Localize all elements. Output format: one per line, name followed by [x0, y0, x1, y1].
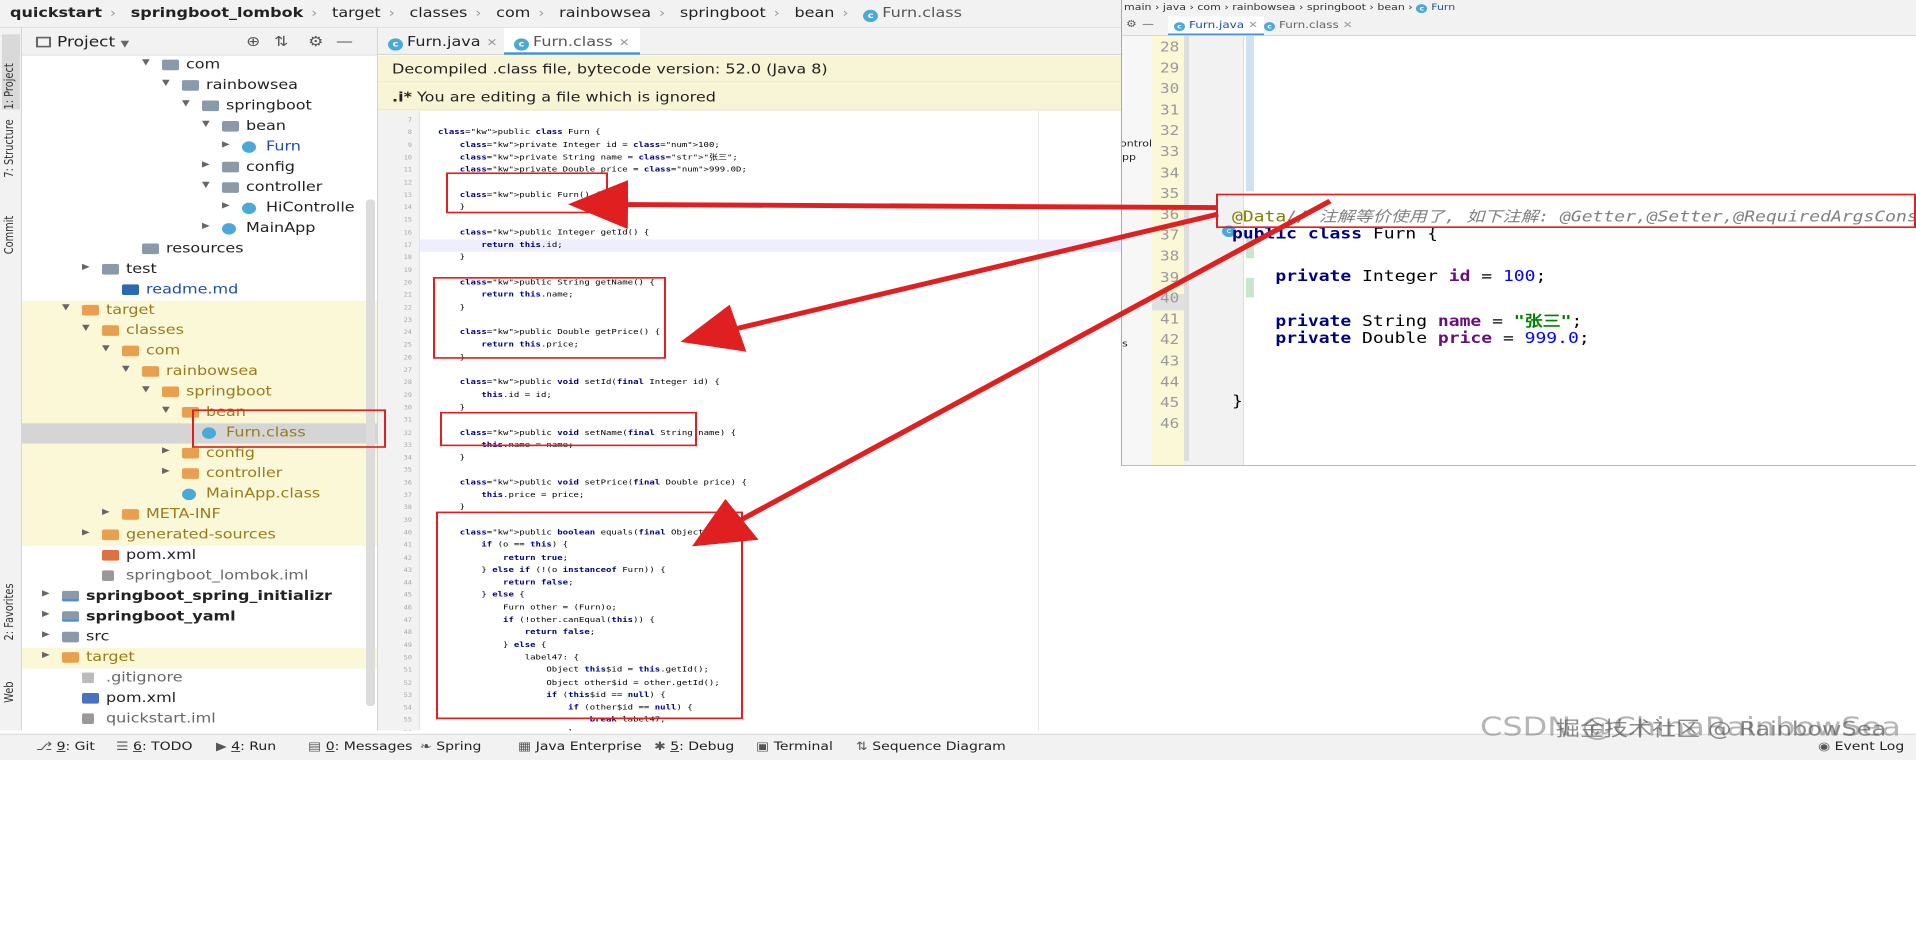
status-item-icon: ☰: [116, 740, 134, 754]
status-item[interactable]: ▤ 0: Messages: [308, 740, 412, 753]
status-item-label: : Run: [240, 740, 277, 754]
status-item-label: : Git: [65, 740, 95, 754]
status-item-label: Sequence Diagram: [872, 740, 1006, 754]
status-item[interactable]: ☰ 6: TODO: [116, 740, 192, 753]
status-item-label: Java Enterprise: [535, 740, 642, 754]
status-item-shortcut: 4: [231, 740, 241, 754]
status-item[interactable]: ❧ Spring: [420, 740, 481, 753]
status-item-shortcut: 0: [325, 740, 335, 754]
status-item[interactable]: ✱ 5: Debug: [654, 740, 734, 753]
watermark-overlay: 掘金技术社区 @ RainbowSea: [1556, 717, 1887, 741]
status-item[interactable]: ⇅ Sequence Diagram: [856, 740, 1006, 753]
arrow-to-equals: [691, 198, 1332, 547]
status-item-label: Terminal: [773, 740, 833, 754]
status-item-icon: ▤: [308, 740, 326, 754]
status-item-label: Event Log: [1834, 740, 1905, 754]
arrow-to-constructor: [568, 180, 1217, 230]
status-item-icon: ✱: [654, 740, 671, 754]
status-item-icon: ▶: [216, 740, 232, 754]
status-item[interactable]: ▦ Java Enterprise: [518, 740, 642, 753]
status-item[interactable]: ▣ Terminal: [756, 740, 833, 753]
arrow-to-getters: [680, 211, 1219, 352]
annotation-arrows: [568, 180, 1332, 547]
status-item-icon: ❧: [420, 740, 437, 754]
status-item-icon: ⇅: [856, 740, 873, 754]
status-item-shortcut: 5: [670, 740, 680, 754]
status-item-icon: ▣: [756, 740, 774, 754]
status-item-shortcut: 9: [56, 740, 66, 754]
status-item-icon: ⎇: [36, 740, 57, 754]
status-item-shortcut: 6: [133, 740, 142, 754]
status-item[interactable]: ▶ 4: Run: [216, 740, 276, 753]
status-item-label: : Debug: [679, 740, 735, 754]
status-item-label: : Messages: [334, 740, 413, 754]
status-item-label: : TODO: [141, 740, 193, 754]
status-item-icon: ◉: [1818, 740, 1835, 754]
status-item-icon: ▦: [518, 740, 536, 754]
status-item[interactable]: ⎇ 9: Git: [36, 740, 95, 753]
status-item-label: Spring: [436, 740, 482, 754]
status-item[interactable]: ◉ Event Log: [1818, 740, 1904, 753]
